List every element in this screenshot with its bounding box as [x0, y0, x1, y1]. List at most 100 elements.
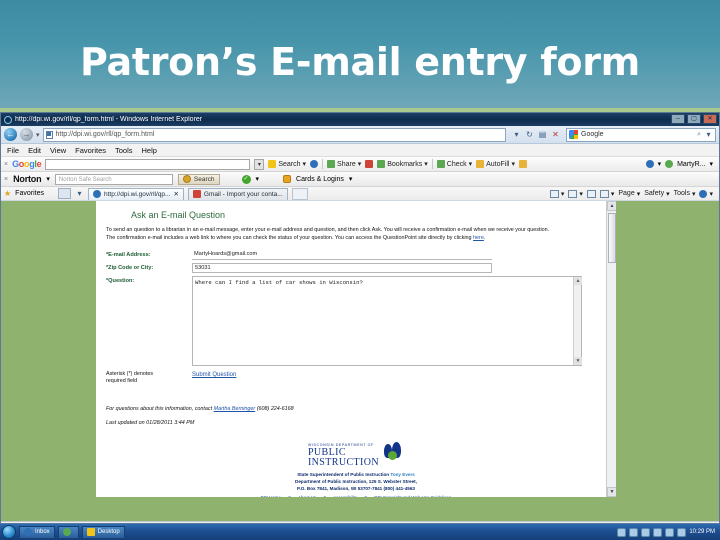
menu-item-edit[interactable]: Edit — [28, 146, 41, 155]
favorites-label[interactable]: Favorites — [15, 190, 44, 197]
footer-link-about-us[interactable]: About Us — [298, 495, 316, 497]
google-toolbar-share-button[interactable]: Share ▾ — [327, 160, 361, 168]
pencil-icon[interactable] — [518, 160, 527, 168]
dropdown-icon[interactable]: ▾ — [512, 130, 521, 139]
contact-name-link[interactable]: Martha Berninger — [214, 406, 256, 412]
clock[interactable]: 10:29 PM — [689, 529, 715, 535]
menu-item-tools[interactable]: Tools — [115, 146, 133, 155]
footer-link-copyright[interactable]: DPI Copyright and Web Use Guidelines — [374, 495, 451, 497]
page-menu-button[interactable]: Page ▾ — [618, 190, 640, 198]
taskbar-item-desktop[interactable]: Desktop — [81, 525, 125, 539]
close-button[interactable]: ✕ — [703, 114, 717, 124]
textarea-scrollbar[interactable]: ▲ ▼ — [573, 276, 582, 365]
browser-menu-bar: File Edit View Favorites Tools Help — [1, 144, 719, 157]
google-toolbar-close-icon[interactable]: × — [4, 161, 8, 168]
scroll-up-icon[interactable]: ▲ — [574, 276, 582, 285]
forward-button[interactable]: → — [20, 128, 33, 141]
question-textarea[interactable]: Where can I find a list of car shows in … — [192, 275, 582, 366]
questionpoint-link[interactable]: here — [473, 235, 484, 241]
chevron-down-icon[interactable]: ▾ — [349, 175, 353, 183]
google-search-label: Search — [278, 160, 301, 168]
google-plus-icon[interactable] — [365, 160, 374, 168]
back-button[interactable]: ← — [4, 128, 17, 141]
scroll-down-icon[interactable]: ▼ — [574, 356, 582, 365]
tray-icon-3[interactable] — [641, 527, 651, 537]
google-toolbar-check-button[interactable]: Check ▾ — [436, 160, 472, 168]
zip-field[interactable]: 53031 — [192, 262, 492, 273]
email-question-form: *E-mail Address: MartyHoards@gmail.com *… — [106, 249, 606, 386]
submit-question-button[interactable]: Submit Question — [192, 371, 236, 378]
recent-pages-dropdown-icon[interactable]: ▾ — [36, 131, 40, 139]
tray-icon-2[interactable] — [629, 527, 639, 537]
network-icon[interactable] — [677, 527, 687, 537]
scroll-down-icon[interactable]: ▼ — [607, 487, 616, 497]
norton-search-input[interactable]: Norton Safe Search — [54, 173, 173, 185]
question-textarea-value: Where can I find a list of car shows in … — [195, 278, 363, 286]
start-button[interactable] — [2, 525, 16, 539]
chevron-down-icon[interactable]: ▾ — [709, 160, 713, 168]
tools-menu-button[interactable]: Tools ▾ — [674, 190, 696, 198]
home-button[interactable]: ▾ — [549, 189, 564, 198]
search-dropdown-icon[interactable]: ▾ — [704, 130, 713, 139]
chevron-down-icon: ▾ — [636, 190, 641, 198]
scrollbar-thumb[interactable] — [608, 213, 616, 263]
address-bar[interactable]: http://dpi.wi.gov/rll/qp_form.html — [42, 127, 506, 142]
google-translate-icon[interactable] — [310, 160, 319, 168]
tray-icon-1[interactable] — [617, 527, 627, 537]
refresh-icon[interactable]: ↻ — [525, 130, 534, 139]
norton-safe-check-icon[interactable]: ✓ — [241, 174, 251, 184]
chevron-down-icon: ▾ — [511, 161, 515, 168]
help-menu-button[interactable]: ▾ — [699, 189, 713, 198]
tab-list-dropdown-icon[interactable]: ▾ — [75, 189, 84, 198]
windows-taskbar: Inbox Desktop 10:29 PM — [0, 524, 720, 540]
norton-search-button[interactable]: Search — [177, 173, 220, 185]
feeds-button[interactable]: ▾ — [568, 189, 583, 198]
google-toolbar-search-input[interactable] — [45, 158, 251, 170]
favorites-star-icon[interactable]: ★ — [4, 189, 11, 198]
search-icon[interactable]: ⌕ — [697, 131, 701, 139]
google-toolbar-autofill-button[interactable]: AutoFill ▾ — [476, 160, 515, 168]
norton-brand-dropdown-icon[interactable]: ▾ — [46, 175, 50, 183]
browser-tab-active[interactable]: http://dpi.wi.gov/rll/qp... ✕ — [87, 187, 184, 200]
print-button[interactable]: ▾ — [599, 189, 614, 198]
browser-search-box[interactable]: Google ⌕ ▾ — [566, 127, 716, 142]
volume-icon[interactable] — [665, 527, 675, 537]
tray-icon-4[interactable] — [653, 527, 663, 537]
chevron-down-icon: ▾ — [357, 161, 362, 168]
browser-title-bar: http://dpi.wi.gov/rll/qp_form.html - Win… — [1, 113, 719, 126]
norton-toolbar-close-icon[interactable]: × — [4, 176, 8, 183]
required-note-line-2: required field — [106, 378, 138, 385]
new-tab-button[interactable] — [291, 187, 308, 200]
google-toolbar-bookmarks-button[interactable]: Bookmarks ▾ — [377, 160, 428, 168]
compatibility-icon[interactable]: ▤ — [538, 130, 547, 139]
settings-wrench-icon[interactable] — [645, 160, 654, 168]
read-mail-button[interactable] — [586, 189, 596, 198]
browser-tab-inactive[interactable]: Gmail - Import your conta... — [187, 187, 288, 200]
maximize-button[interactable]: ▢ — [687, 114, 701, 124]
minimize-button[interactable]: – — [671, 114, 685, 124]
norton-cards-logins-label[interactable]: Cards & Logins — [296, 176, 344, 183]
email-field[interactable]: MartyHoards@gmail.com — [192, 249, 492, 260]
google-toolbar-search-dropdown-icon[interactable]: ▾ — [254, 158, 265, 170]
footer-link-accessibility[interactable]: Accessibility — [333, 495, 357, 497]
taskbar-item-browser[interactable] — [57, 525, 79, 539]
stop-icon[interactable]: ✕ — [551, 130, 560, 139]
google-account-label[interactable]: MartyR... — [677, 161, 705, 168]
chevron-down-icon[interactable]: ▾ — [658, 160, 662, 168]
menu-item-view[interactable]: View — [50, 146, 66, 155]
safety-menu-button[interactable]: Safety ▾ — [644, 190, 669, 198]
desktop-icon — [86, 528, 95, 536]
chevron-down-icon[interactable]: ▾ — [256, 175, 260, 183]
taskbar-item-inbox[interactable]: Inbox — [19, 525, 55, 539]
menu-item-help[interactable]: Help — [142, 146, 157, 155]
tab-label: http://dpi.wi.gov/rll/qp... — [103, 190, 171, 198]
tab-close-icon[interactable]: ✕ — [173, 190, 178, 198]
google-toolbar-search-button[interactable]: Search ▾ — [268, 160, 306, 168]
quick-tabs-button[interactable] — [57, 188, 71, 199]
menu-item-favorites[interactable]: Favorites — [75, 146, 106, 155]
page-vertical-scrollbar[interactable]: ▲ ▼ — [606, 201, 616, 497]
footer-link-dpi-home[interactable]: DPI Home — [261, 495, 281, 497]
scroll-up-icon[interactable]: ▲ — [607, 201, 616, 211]
menu-item-file[interactable]: File — [7, 146, 19, 155]
tab-label: Gmail - Import your conta... — [203, 190, 283, 198]
